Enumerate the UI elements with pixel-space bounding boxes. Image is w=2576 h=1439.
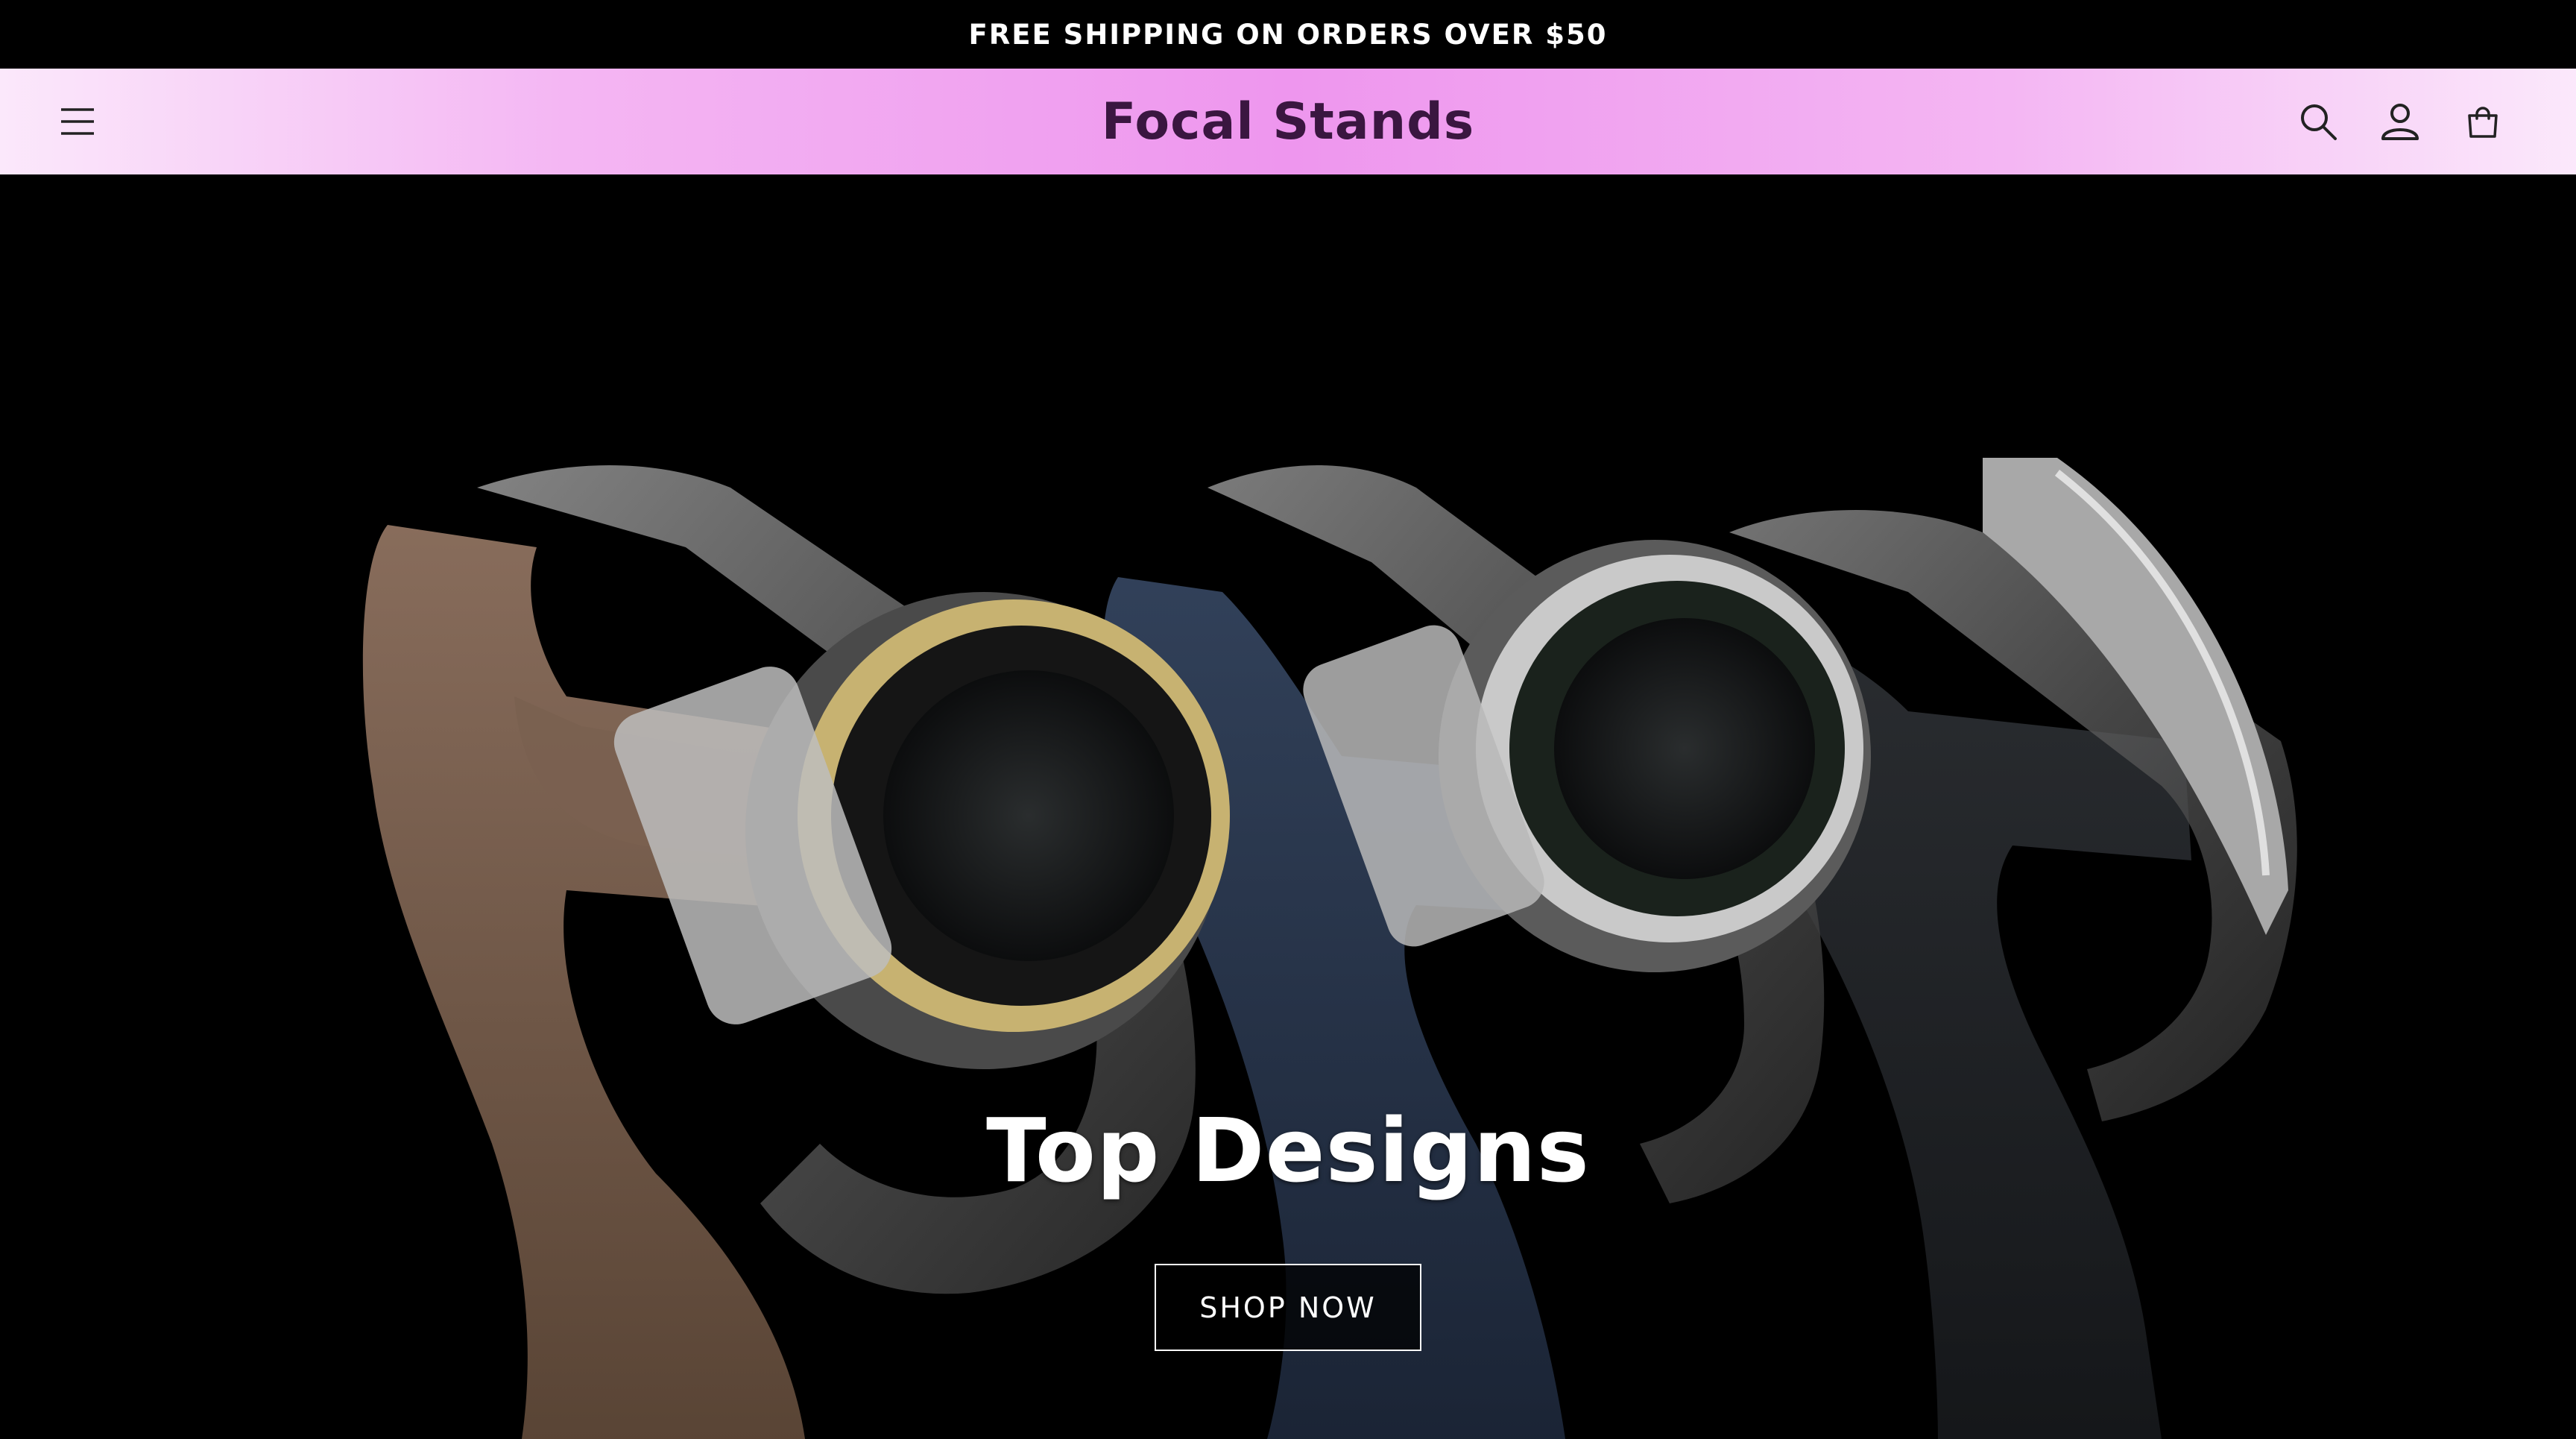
watch-stands-image bbox=[362, 458, 2297, 1439]
menu-icon bbox=[61, 108, 94, 135]
menu-button[interactable] bbox=[48, 92, 107, 151]
announcement-bar: FREE SHIPPING ON ORDERS OVER $50 bbox=[0, 0, 2576, 69]
account-button[interactable] bbox=[2370, 92, 2430, 151]
account-icon bbox=[2381, 104, 2419, 140]
cart-icon bbox=[2468, 107, 2498, 138]
search-icon bbox=[2301, 104, 2337, 140]
brand-logo-wrapper: Focal Stands bbox=[0, 69, 2576, 174]
shop-now-button[interactable]: SHOP NOW bbox=[1155, 1264, 1421, 1351]
search-button[interactable] bbox=[2288, 92, 2348, 151]
cart-button[interactable] bbox=[2453, 92, 2513, 151]
brand-logo[interactable]: Focal Stands bbox=[1102, 92, 1475, 151]
site-header: Focal Stands bbox=[0, 69, 2576, 174]
hero-title: Top Designs bbox=[986, 1099, 1590, 1202]
hero-banner: Top Designs SHOP NOW bbox=[0, 174, 2576, 1439]
announcement-text: FREE SHIPPING ON ORDERS OVER $50 bbox=[968, 18, 1608, 51]
